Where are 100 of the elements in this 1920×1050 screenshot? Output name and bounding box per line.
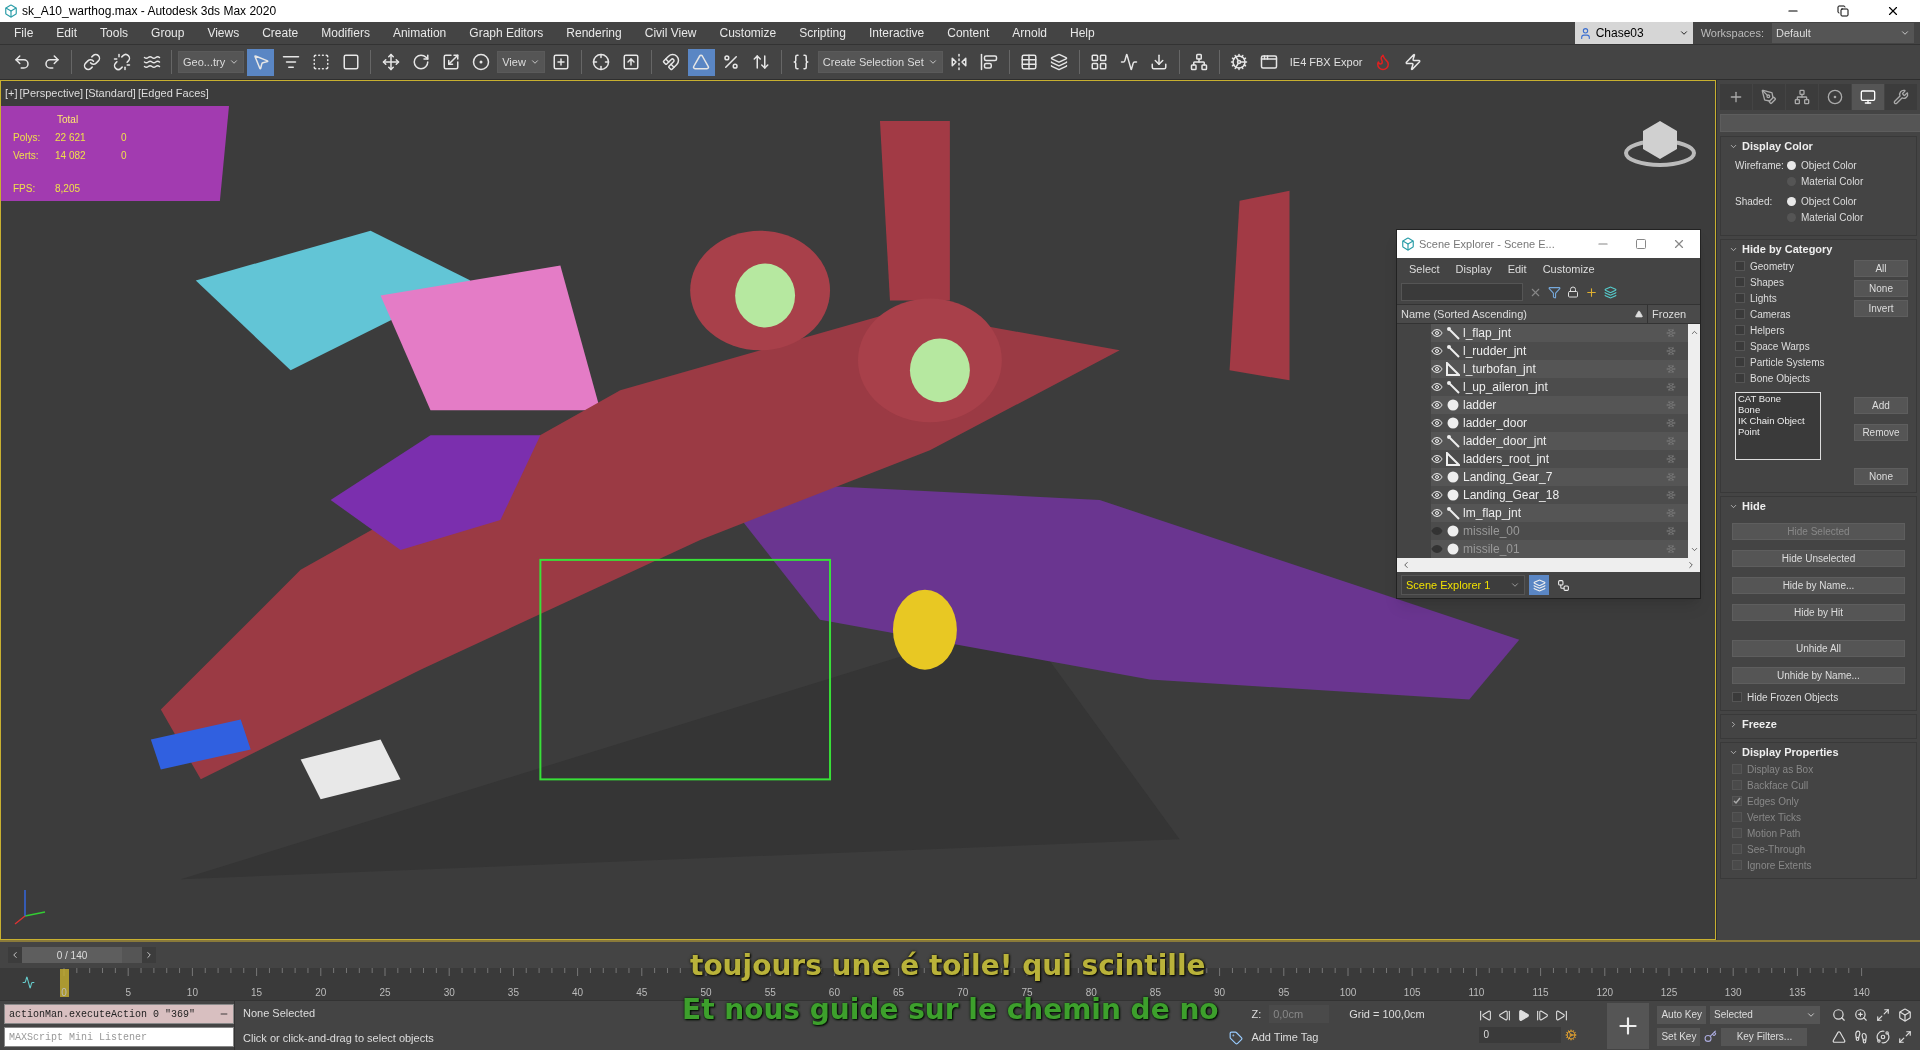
- panel-button[interactable]: Unhide by Name...: [1732, 667, 1905, 684]
- eye-icon[interactable]: [1431, 417, 1443, 429]
- eye-icon[interactable]: [1431, 507, 1443, 519]
- tree-row[interactable]: Landing_Gear_18: [1397, 486, 1688, 504]
- menu-item[interactable]: Graph Editors: [469, 24, 544, 42]
- category-list[interactable]: CAT Bone Bone IK Chain Object Point: [1735, 392, 1821, 460]
- walk-icon[interactable]: [1854, 1029, 1868, 1044]
- viewport-label[interactable]: [Edged Faces]: [137, 85, 209, 102]
- set-key-button[interactable]: Set Key: [1657, 1027, 1701, 1046]
- menu-item[interactable]: Arnold: [1012, 24, 1047, 42]
- add-icon[interactable]: [1585, 285, 1598, 299]
- eye-icon[interactable]: [1431, 363, 1443, 375]
- user-dropdown[interactable]: Chase03: [1574, 22, 1693, 44]
- panel-tab[interactable]: [1885, 84, 1917, 110]
- eye-icon[interactable]: [1431, 327, 1443, 339]
- menu-item[interactable]: Scripting: [799, 24, 846, 42]
- key-set-dropdown[interactable]: Selected: [1710, 1005, 1820, 1024]
- list-item[interactable]: Bone: [1738, 404, 1818, 415]
- eye-icon[interactable]: [1431, 381, 1443, 393]
- list-item[interactable]: Point: [1738, 426, 1818, 437]
- orbit-icon[interactable]: [1876, 1029, 1890, 1044]
- tree-row[interactable]: ladder_door_jnt: [1397, 432, 1688, 450]
- menu-item[interactable]: Edit: [56, 24, 78, 42]
- panel-button[interactable]: None: [1854, 280, 1908, 297]
- add-time-tag-button[interactable]: Add Time Tag: [1229, 1029, 1319, 1046]
- eye-icon[interactable]: [1431, 471, 1443, 483]
- menu-item[interactable]: Help: [1069, 24, 1095, 42]
- menu-item[interactable]: Animation: [392, 24, 447, 42]
- tree-row[interactable]: ladder: [1397, 396, 1688, 414]
- field-of-view-icon[interactable]: [1832, 1029, 1846, 1044]
- menu-item[interactable]: Customize: [1542, 260, 1595, 278]
- tree-row[interactable]: l_rudder_jnt: [1397, 342, 1688, 360]
- checkbox[interactable]: [1735, 341, 1745, 351]
- panel-button[interactable]: Unhide All: [1732, 640, 1905, 657]
- tree-row[interactable]: ladder_door: [1397, 414, 1688, 432]
- eye-icon[interactable]: [1431, 489, 1443, 501]
- viewport-label[interactable]: [+]: [5, 85, 18, 102]
- time-marker[interactable]: [60, 969, 69, 997]
- checkbox[interactable]: [1735, 373, 1745, 383]
- panel-tab[interactable]: [1819, 84, 1851, 110]
- time-config-icon[interactable]: [1565, 1028, 1578, 1041]
- panel-button[interactable]: Invert: [1854, 300, 1908, 317]
- listener-input-field[interactable]: MAXScript Mini Listener: [4, 1027, 234, 1047]
- scrollbar[interactable]: [1688, 324, 1700, 558]
- column-header[interactable]: Frozen: [1648, 305, 1700, 323]
- go-to-end-icon[interactable]: [1555, 1008, 1569, 1022]
- eye-icon[interactable]: [1431, 345, 1443, 357]
- tree-row[interactable]: Landing_Gear_7: [1397, 468, 1688, 486]
- menu-item[interactable]: Edit: [1507, 260, 1527, 278]
- toolbar-dropdown[interactable]: Create Selection Set: [817, 51, 943, 73]
- panel-button[interactable]: Hide Unselected: [1732, 550, 1905, 567]
- menu-item[interactable]: Interactive: [868, 24, 925, 42]
- tree-row[interactable]: l_turbofan_jnt: [1397, 360, 1688, 378]
- menu-item[interactable]: Customize: [719, 24, 777, 42]
- current-frame-field[interactable]: 0: [1479, 1026, 1562, 1043]
- curve-icon[interactable]: [22, 976, 35, 989]
- zoom-all-icon[interactable]: [1854, 1007, 1868, 1022]
- auto-key-button[interactable]: Auto Key: [1657, 1005, 1706, 1024]
- menu-item[interactable]: Views: [207, 24, 240, 42]
- panel-button[interactable]: None: [1854, 468, 1908, 485]
- menu-item[interactable]: Rendering: [566, 24, 622, 42]
- maximize-icon[interactable]: [1898, 1029, 1912, 1044]
- list-item[interactable]: CAT Bone: [1738, 393, 1818, 404]
- tree-row[interactable]: ladders_root_jnt: [1397, 450, 1688, 468]
- menu-item[interactable]: Modifiers: [321, 24, 370, 42]
- panel-tab[interactable]: [1852, 84, 1884, 110]
- checkbox[interactable]: [1735, 357, 1745, 367]
- menu-item[interactable]: Group: [151, 24, 185, 42]
- panel-tab[interactable]: [1786, 84, 1818, 110]
- panel-button[interactable]: Remove: [1854, 424, 1908, 441]
- radio-button[interactable]: [1787, 161, 1796, 170]
- panel-button[interactable]: All: [1854, 260, 1908, 277]
- panel-button[interactable]: Add: [1854, 397, 1908, 414]
- tree-row[interactable]: lm_flap_jnt: [1397, 504, 1688, 522]
- menu-item[interactable]: Civil View: [644, 24, 697, 42]
- rollout-header[interactable]: Display Color: [1729, 137, 1813, 155]
- checkbox[interactable]: [1735, 261, 1745, 271]
- tree-row[interactable]: l_up_aileron_jnt: [1397, 378, 1688, 396]
- scroll-up-icon[interactable]: [1689, 328, 1699, 337]
- radio-button[interactable]: [1787, 197, 1796, 206]
- object-name-field[interactable]: [1720, 114, 1920, 132]
- zoom-extents-icon[interactable]: [1876, 1007, 1890, 1022]
- rollout-header[interactable]: Hide by Category: [1729, 240, 1833, 258]
- key-mode-button[interactable]: [1607, 1002, 1650, 1049]
- viewport-label[interactable]: [Perspective]: [19, 85, 84, 102]
- panel-tab[interactable]: [1753, 84, 1785, 110]
- eye-icon[interactable]: [1431, 453, 1443, 465]
- list-item[interactable]: IK Chain Object: [1738, 415, 1818, 426]
- menu-item[interactable]: File: [14, 24, 34, 42]
- viewport-label[interactable]: [Standard]: [85, 85, 136, 102]
- checkbox[interactable]: [1735, 309, 1745, 319]
- scroll-right-icon[interactable]: [1686, 560, 1696, 570]
- horizontal-scrollbar[interactable]: [1397, 558, 1700, 572]
- panel-button[interactable]: Hide by Name...: [1732, 577, 1905, 594]
- eye-icon[interactable]: [1431, 435, 1443, 447]
- zoom-icon[interactable]: [1832, 1007, 1846, 1022]
- explorer-dropdown[interactable]: Scene Explorer 1: [1401, 575, 1525, 595]
- toolbar-dropdown[interactable]: Geo...try: [178, 51, 245, 73]
- checkbox[interactable]: [1735, 277, 1745, 287]
- menu-item[interactable]: Select: [1409, 260, 1440, 278]
